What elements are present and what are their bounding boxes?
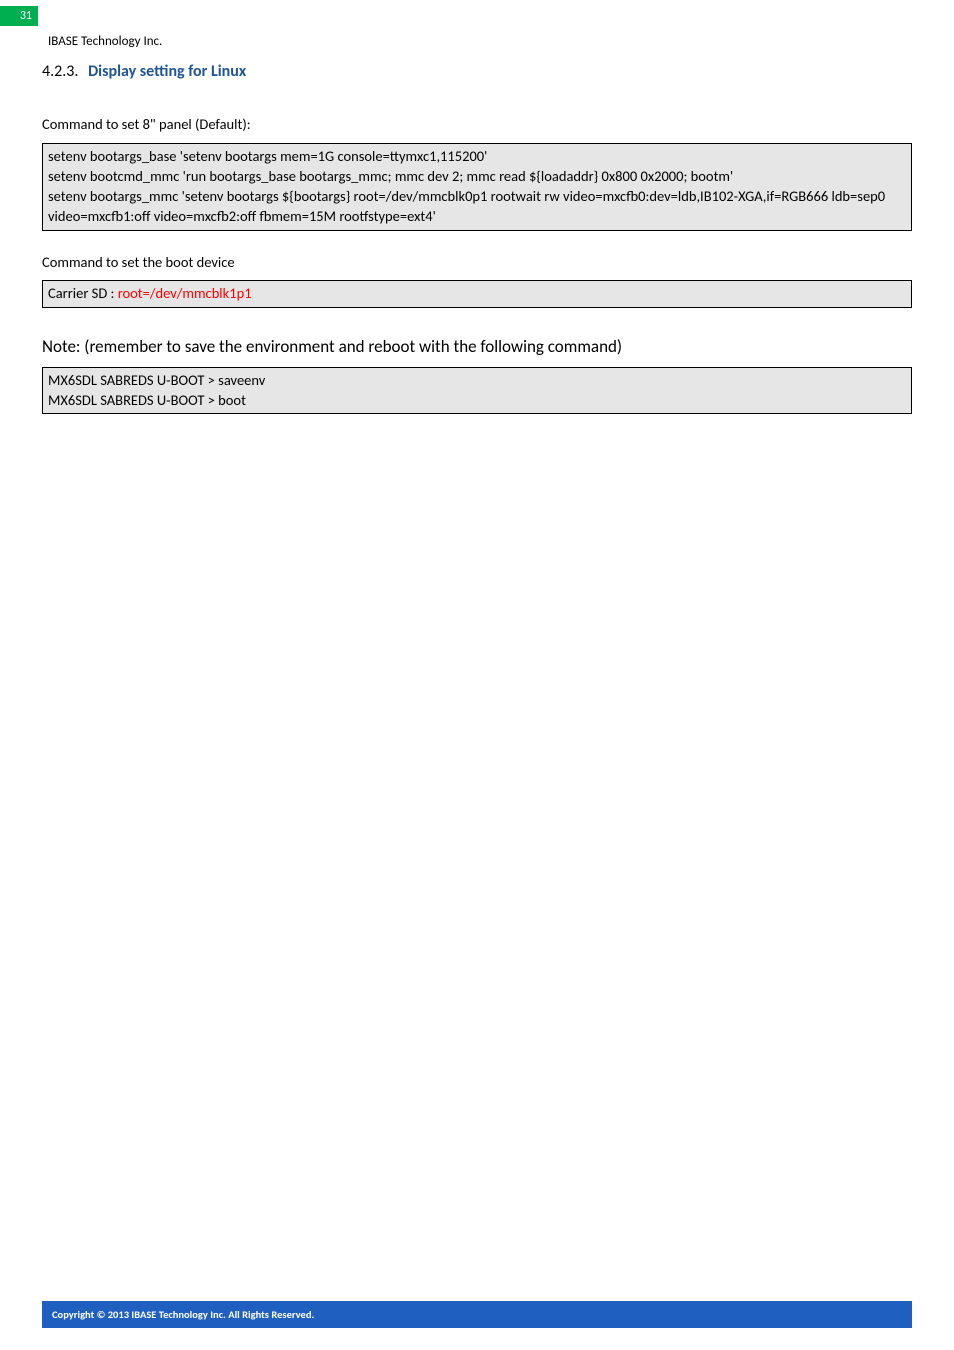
code-line: MX6SDL SABREDS U-BOOT > saveenv xyxy=(48,370,906,390)
paragraph-boot-device: Command to set the boot device xyxy=(42,253,912,273)
paragraph-panel-default: Command to set 8" panel (Default): xyxy=(42,115,912,135)
code-line: setenv bootargs_base 'setenv bootargs me… xyxy=(48,146,906,166)
page-number: 31 xyxy=(20,9,32,23)
section-number: 4.2.3. xyxy=(42,62,78,81)
main-content: 4.2.3. Display setting for Linux Command… xyxy=(42,62,912,436)
code-red: root=/dev/mmcblk1p1 xyxy=(118,284,252,302)
header-company: IBASE Technology Inc. xyxy=(48,34,162,49)
codebox-setenv-commands: setenv bootargs_base 'setenv bootargs me… xyxy=(42,143,912,231)
code-prefix: Carrier SD : xyxy=(48,284,118,302)
code-line: setenv bootargs_mmc 'setenv bootargs ${b… xyxy=(48,186,906,227)
note-heading: Note: (remember to save the environment … xyxy=(42,336,912,357)
section-title: Display setting for Linux xyxy=(88,62,246,81)
code-line: setenv bootcmd_mmc 'run bootargs_base bo… xyxy=(48,166,906,186)
section-heading: 4.2.3. Display setting for Linux xyxy=(42,62,912,81)
codebox-boot-device: Carrier SD : root=/dev/mmcblk1p1 xyxy=(42,280,912,307)
page-number-tab: 31 xyxy=(0,6,38,26)
footer-copyright: Copyright © 2013 IBASE Technology Inc. A… xyxy=(42,1301,912,1328)
codebox-save-boot: MX6SDL SABREDS U-BOOT > saveenv MX6SDL S… xyxy=(42,367,912,415)
code-line: MX6SDL SABREDS U-BOOT > boot xyxy=(48,390,906,410)
